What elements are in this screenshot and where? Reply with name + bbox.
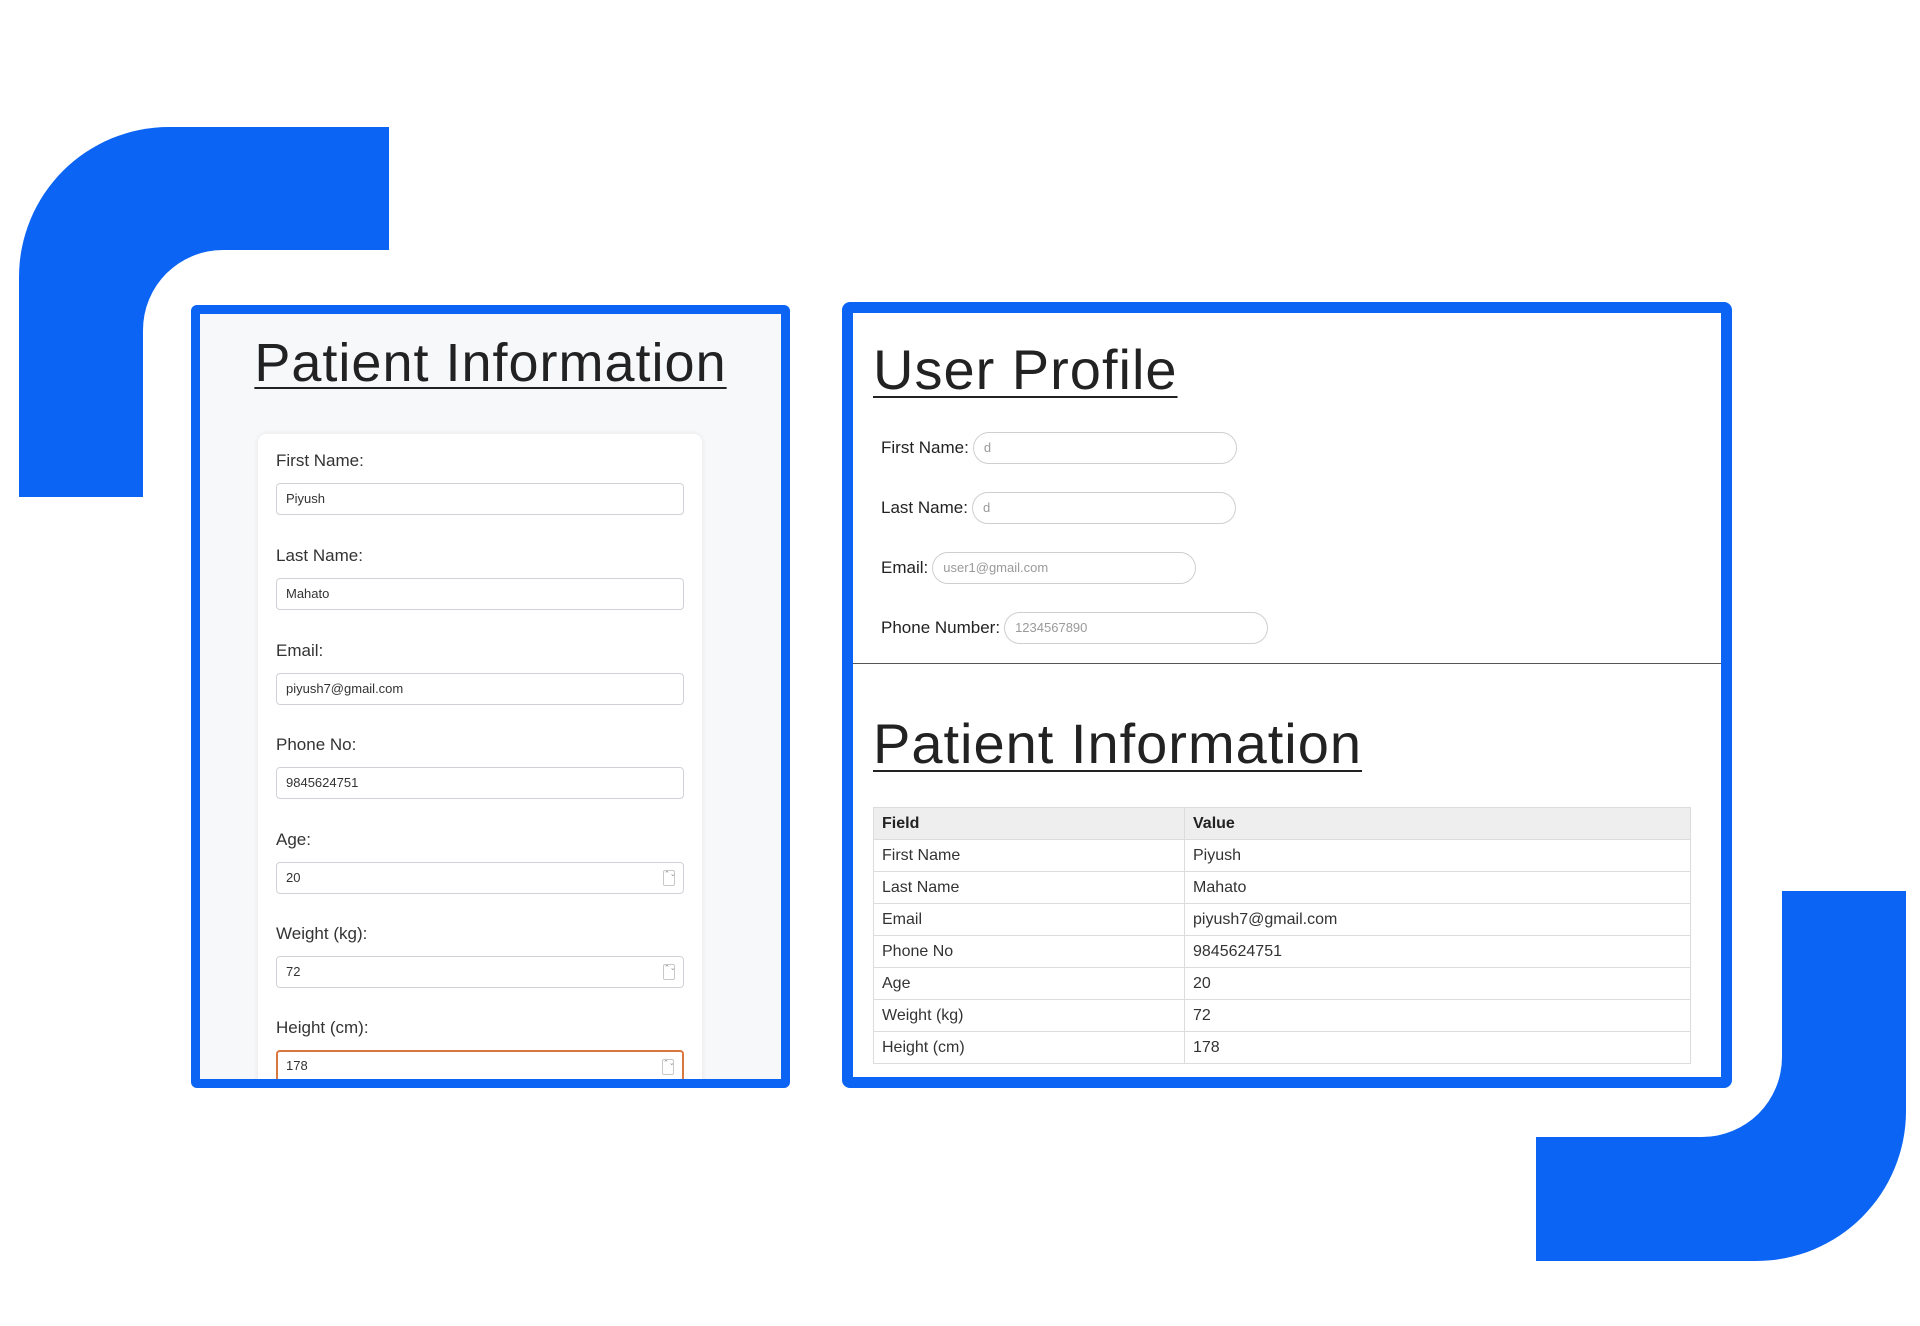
phone-label: Phone No: <box>276 735 357 754</box>
table-cell-field: Email <box>873 903 1185 936</box>
user-profile-title: User Profile <box>873 338 1178 401</box>
patient-form-title: Patient Information <box>254 333 727 393</box>
table-header-row: Field Value <box>873 807 1691 840</box>
table-row: Weight (kg) 72 <box>873 999 1691 1032</box>
table-row: Last Name Mahato <box>873 871 1691 904</box>
table-cell-field: Last Name <box>873 871 1185 904</box>
profile-phone-label: Phone Number: <box>881 618 1001 637</box>
profile-email-label: Email: <box>881 558 929 577</box>
email-label: Email: <box>276 641 324 660</box>
profile-first-name-label: First Name: <box>881 438 969 457</box>
age-spinner-icon[interactable]: ⌃⌄ <box>663 870 676 886</box>
table-cell-field: Age <box>873 967 1185 1000</box>
stage: Patient Information First Name: Piyush L… <box>0 0 1920 1326</box>
profile-email-input[interactable]: user1@gmail.com <box>932 552 1197 584</box>
age-label: Age: <box>276 830 311 849</box>
table-cell-value: 178 <box>1184 1031 1691 1064</box>
weight-spinner-icon[interactable]: ⌃⌄ <box>663 964 676 980</box>
section-divider <box>853 663 1721 664</box>
phone-input[interactable]: 9845624751 <box>276 767 684 799</box>
age-value: 20 <box>286 870 301 885</box>
phone-group: Phone No: 9845624751 <box>276 735 684 799</box>
table-cell-value: 9845624751 <box>1184 935 1691 968</box>
table-cell-value: 72 <box>1184 999 1691 1032</box>
table-cell-value: Piyush <box>1184 839 1691 872</box>
table-row: Age 20 <box>873 967 1691 1000</box>
profile-phone-row: Phone Number: 1234567890 <box>881 611 1269 645</box>
table-row: First Name Piyush <box>873 839 1691 872</box>
profile-first-name-row: First Name: d <box>881 431 1237 465</box>
patient-form-panel: Patient Information First Name: Piyush L… <box>191 305 790 1088</box>
last-name-group: Last Name: Mahato <box>276 546 684 610</box>
height-label: Height (cm): <box>276 1018 369 1037</box>
weight-input[interactable]: 72 ⌃⌄ <box>276 956 684 988</box>
height-spinner-icon[interactable]: ⌃⌄ <box>662 1059 675 1075</box>
profile-last-name-input[interactable]: d <box>971 492 1236 524</box>
first-name-input[interactable]: Piyush <box>276 483 684 515</box>
table-cell-field: Phone No <box>873 935 1185 968</box>
table-cell-field: Weight (kg) <box>873 999 1185 1032</box>
table-row: Phone No 9845624751 <box>873 935 1691 968</box>
table-cell-value: Mahato <box>1184 871 1691 904</box>
weight-value: 72 <box>286 964 301 979</box>
profile-panel: User Profile First Name: d Last Name: d … <box>842 302 1732 1088</box>
weight-label: Weight (kg): <box>276 924 368 943</box>
first-name-label: First Name: <box>276 451 364 470</box>
table-header-field: Field <box>873 807 1185 840</box>
table-header-value: Value <box>1184 807 1691 840</box>
first-name-group: First Name: Piyush <box>276 451 684 515</box>
table-cell-field: First Name <box>873 839 1185 872</box>
table-row: Height (cm) 178 <box>873 1031 1691 1064</box>
profile-email-row: Email: user1@gmail.com <box>881 551 1197 585</box>
age-group: Age: 20 ⌃⌄ <box>276 830 684 894</box>
height-group: Height (cm): 178 ⌃⌄ <box>276 1018 684 1079</box>
patient-table-title: Patient Information <box>873 712 1363 775</box>
age-input[interactable]: 20 ⌃⌄ <box>276 862 684 894</box>
profile-first-name-input[interactable]: d <box>972 432 1237 464</box>
email-group: Email: piyush7@gmail.com <box>276 641 684 705</box>
patient-info-table: Field Value First Name Piyush Last Name … <box>873 807 1691 1064</box>
patient-form-card: First Name: Piyush Last Name: Mahato Ema… <box>258 434 702 1079</box>
table-cell-value: 20 <box>1184 967 1691 1000</box>
height-input[interactable]: 178 ⌃⌄ <box>276 1050 684 1079</box>
table-cell-value: piyush7@gmail.com <box>1184 903 1691 936</box>
last-name-input[interactable]: Mahato <box>276 578 684 610</box>
table-row: Email piyush7@gmail.com <box>873 903 1691 936</box>
profile-last-name-row: Last Name: d <box>881 491 1236 525</box>
email-input[interactable]: piyush7@gmail.com <box>276 673 684 705</box>
table-cell-field: Height (cm) <box>873 1031 1185 1064</box>
profile-last-name-label: Last Name: <box>881 498 968 517</box>
height-value: 178 <box>286 1058 308 1073</box>
last-name-label: Last Name: <box>276 546 363 565</box>
weight-group: Weight (kg): 72 ⌃⌄ <box>276 924 684 988</box>
profile-phone-input[interactable]: 1234567890 <box>1004 612 1269 644</box>
